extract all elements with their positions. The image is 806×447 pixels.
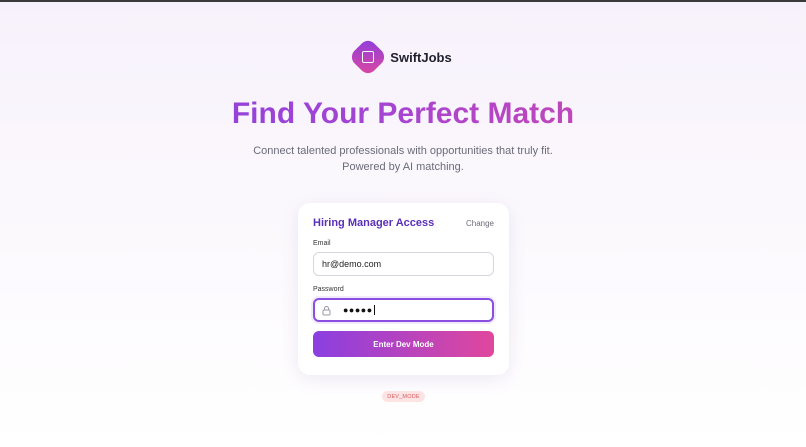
login-card: Hiring Manager Access Change Email hr@de… <box>298 203 509 375</box>
brand-header: SwiftJobs <box>0 37 806 77</box>
brand-logo-icon <box>348 37 389 77</box>
dev-mode-badge: DEV_MODE <box>382 391 425 402</box>
password-field[interactable]: ●●●●● <box>313 298 494 322</box>
password-label: Password <box>313 286 344 293</box>
window-top-border <box>0 0 806 2</box>
password-masked-value: ●●●●● <box>343 305 373 315</box>
text-caret <box>373 305 375 315</box>
square-icon <box>362 51 375 63</box>
hero-subtitle: Connect talented professionals with oppo… <box>0 143 806 175</box>
hero-subtitle-line-1: Connect talented professionals with oppo… <box>253 145 553 157</box>
enter-dev-mode-button[interactable]: Enter Dev Mode <box>313 331 494 357</box>
email-field[interactable]: hr@demo.com <box>313 252 494 276</box>
hero-subtitle-line-2: Powered by AI matching. <box>342 161 464 173</box>
login-card-title: Hiring Manager Access <box>313 217 435 229</box>
change-role-link[interactable]: Change <box>466 219 494 228</box>
email-label: Email <box>313 240 331 247</box>
email-value: hr@demo.com <box>322 259 382 269</box>
hero-title: Find Your Perfect Match <box>0 97 806 131</box>
lock-icon <box>321 305 332 316</box>
brand-name: SwiftJobs <box>390 49 452 65</box>
login-card-header: Hiring Manager Access Change <box>313 217 494 229</box>
